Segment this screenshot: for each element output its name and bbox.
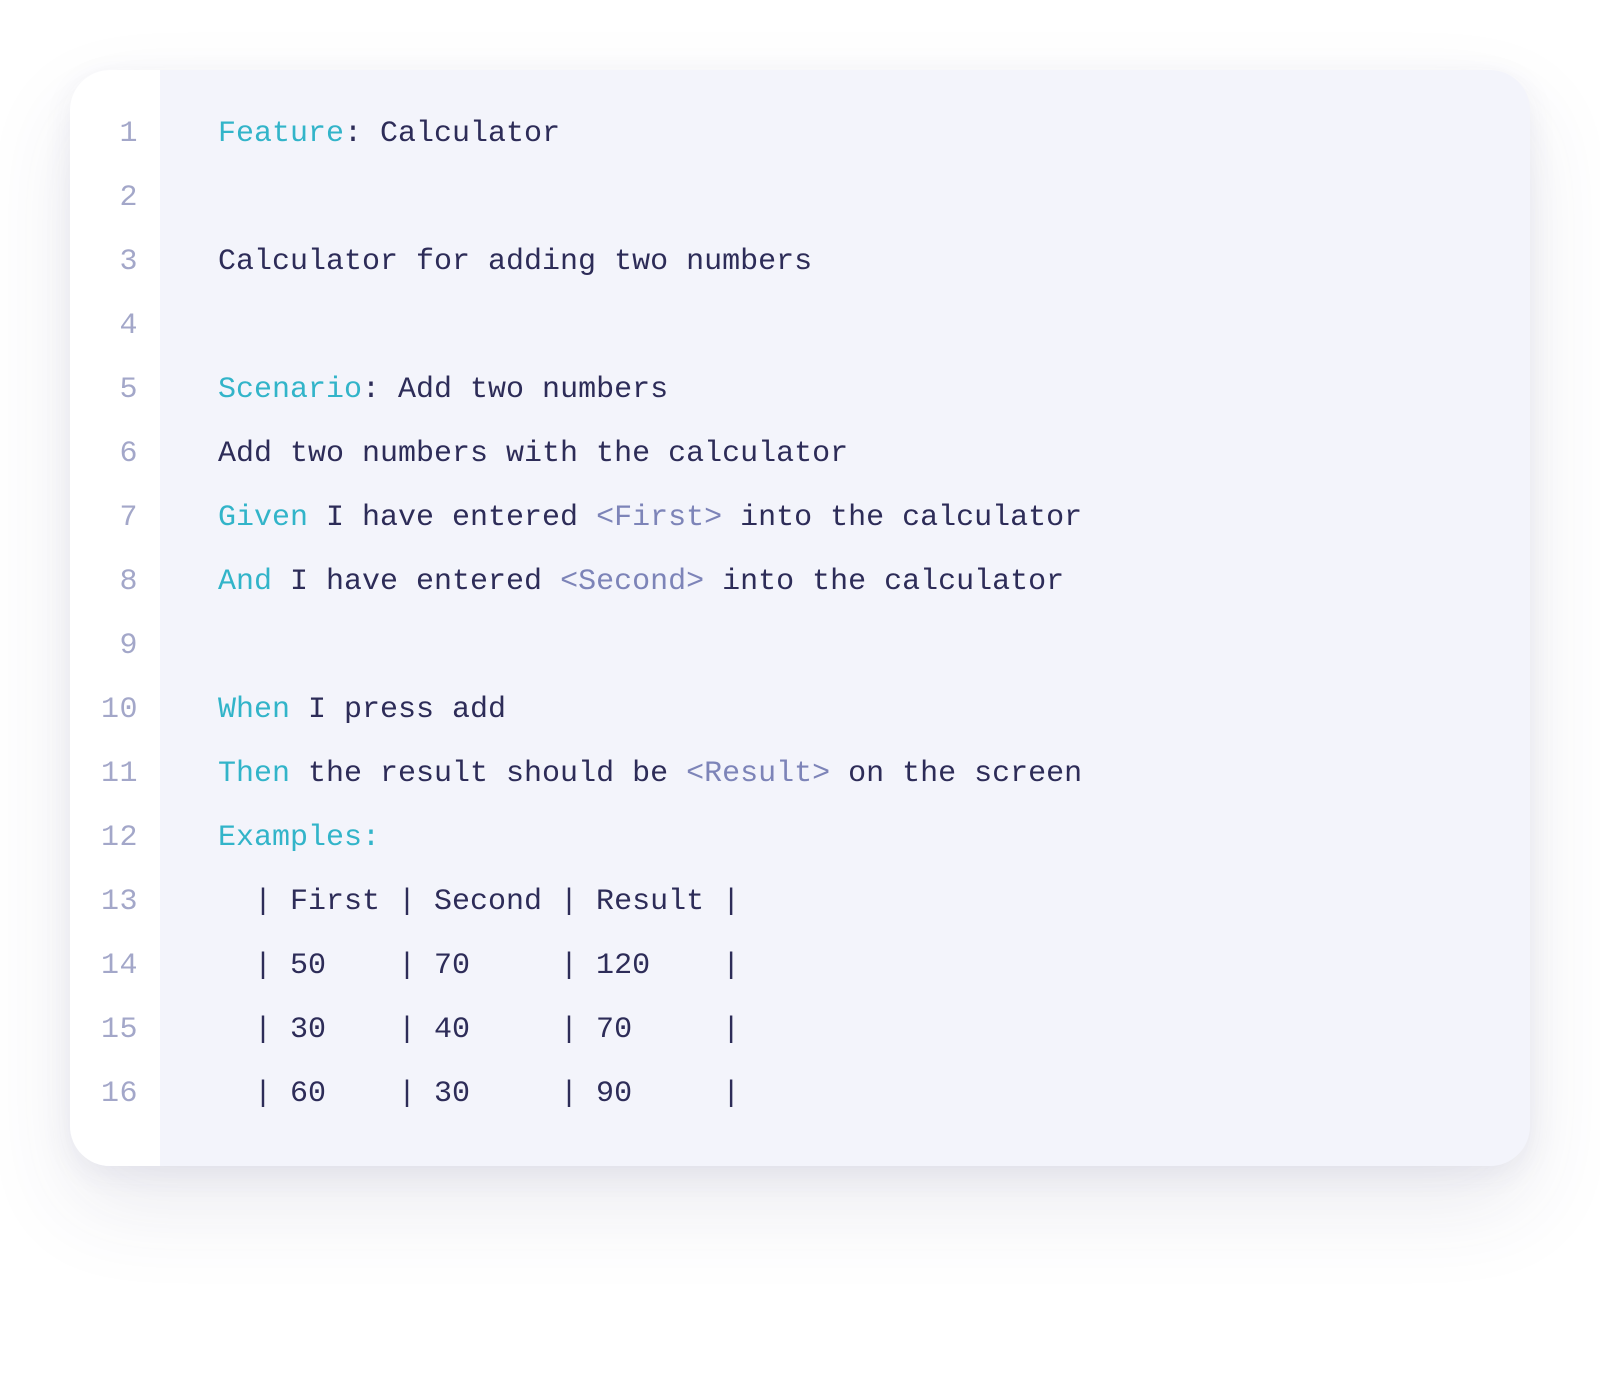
token-txt: I have entered <box>308 501 596 535</box>
line-number: 4 <box>119 294 160 358</box>
line-number: 16 <box>101 1062 160 1126</box>
line-number: 7 <box>119 486 160 550</box>
line-number: 9 <box>119 614 160 678</box>
token-txt: Calculator for adding two numbers <box>218 245 812 279</box>
code-text: When I press add <box>218 693 506 727</box>
token-kw: And <box>218 565 272 599</box>
token-kw: When <box>218 693 290 727</box>
code-text: Feature: Calculator <box>218 117 560 151</box>
line-number: 15 <box>101 998 160 1062</box>
line-number: 8 <box>119 550 160 614</box>
code-line: | 50 | 70 | 120 | <box>218 934 1490 998</box>
token-txt: I press add <box>290 693 506 727</box>
token-param: <Second> <box>560 565 704 599</box>
code-text: | First | Second | Result | <box>218 885 740 919</box>
token-txt: into the calculator <box>704 565 1064 599</box>
token-txt: I have entered <box>272 565 560 599</box>
code-line: And I have entered <Second> into the cal… <box>218 550 1490 614</box>
token-param: <Result> <box>686 757 830 791</box>
line-number: 2 <box>119 166 160 230</box>
code-text: Add two numbers with the calculator <box>218 437 848 471</box>
token-param: <First> <box>596 501 722 535</box>
code-line: | 60 | 30 | 90 | <box>218 1062 1490 1126</box>
token-txt: Add two numbers with the calculator <box>218 437 848 471</box>
code-text: Calculator for adding two numbers <box>218 245 812 279</box>
code-line <box>218 614 1490 678</box>
code-line: | First | Second | Result | <box>218 870 1490 934</box>
token-kw: Then <box>218 757 290 791</box>
code-text: | 60 | 30 | 90 | <box>218 1077 740 1111</box>
token-txt: : Calculator <box>344 117 560 151</box>
token-kw: Examples: <box>218 821 380 855</box>
line-number: 6 <box>119 422 160 486</box>
code-line: Feature: Calculator <box>218 102 1490 166</box>
line-number: 1 <box>119 102 160 166</box>
code-line <box>218 294 1490 358</box>
line-number: 5 <box>119 358 160 422</box>
code-text: Given I have entered <First> into the ca… <box>218 501 1082 535</box>
code-line: Examples: <box>218 806 1490 870</box>
code-line: Add two numbers with the calculator <box>218 422 1490 486</box>
token-kw: Scenario <box>218 373 362 407</box>
code-line: Calculator for adding two numbers <box>218 230 1490 294</box>
code-text: And I have entered <Second> into the cal… <box>218 565 1064 599</box>
code-line: Scenario: Add two numbers <box>218 358 1490 422</box>
code-line: Then the result should be <Result> on th… <box>218 742 1490 806</box>
token-txt: | 60 | 30 | 90 | <box>218 1077 740 1111</box>
token-kw: Feature <box>218 117 344 151</box>
line-number: 14 <box>101 934 160 998</box>
token-txt: into the calculator <box>722 501 1082 535</box>
line-number: 10 <box>101 678 160 742</box>
line-number: 12 <box>101 806 160 870</box>
code-area: Feature: Calculator Calculator for adding… <box>160 70 1530 1166</box>
code-line: | 30 | 40 | 70 | <box>218 998 1490 1062</box>
token-txt: : Add two numbers <box>362 373 668 407</box>
token-kw: Given <box>218 501 308 535</box>
token-txt: | 30 | 40 | 70 | <box>218 1013 740 1047</box>
code-line: Given I have entered <First> into the ca… <box>218 486 1490 550</box>
line-number-gutter: 12345678910111213141516 <box>70 70 160 1166</box>
code-text: Examples: <box>218 821 380 855</box>
code-card: 12345678910111213141516 Feature: Calcula… <box>70 70 1530 1166</box>
token-txt: on the screen <box>830 757 1082 791</box>
token-txt: | First | Second | Result | <box>218 885 740 919</box>
line-number: 13 <box>101 870 160 934</box>
code-text: | 30 | 40 | 70 | <box>218 1013 740 1047</box>
token-txt: | 50 | 70 | 120 | <box>218 949 740 983</box>
code-text: Scenario: Add two numbers <box>218 373 668 407</box>
line-number: 3 <box>119 230 160 294</box>
token-txt: the result should be <box>290 757 686 791</box>
code-line <box>218 166 1490 230</box>
line-number: 11 <box>101 742 160 806</box>
code-line: When I press add <box>218 678 1490 742</box>
code-text: Then the result should be <Result> on th… <box>218 757 1082 791</box>
code-text: | 50 | 70 | 120 | <box>218 949 740 983</box>
